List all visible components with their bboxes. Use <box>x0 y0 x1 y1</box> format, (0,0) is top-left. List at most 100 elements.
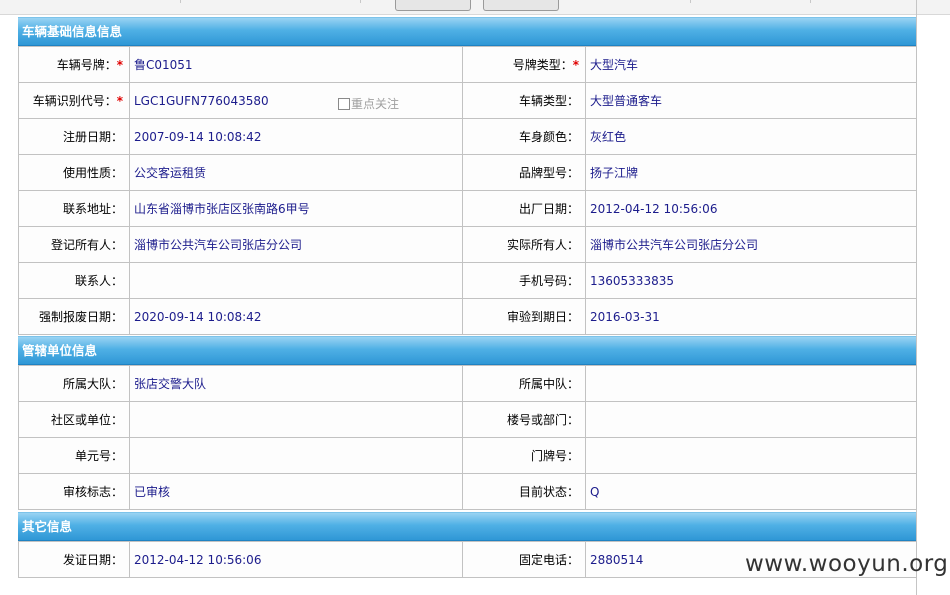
field-label-text: 目前状态： <box>518 485 579 499</box>
field-value <box>129 437 463 474</box>
top-toolbar-strip <box>0 0 950 15</box>
field-label: 审核标志： <box>18 473 130 510</box>
field-label-text: 单元号： <box>74 449 123 463</box>
field-value-text: 大型普通客车 <box>590 94 663 108</box>
field-label-text: 联系地址： <box>62 202 123 216</box>
field-label: 车辆识别代号：* <box>18 82 130 119</box>
table-row: 注册日期： 2007-09-14 10:08:42 车身颜色： 灰红色 <box>18 118 917 155</box>
field-value: 灰红色 <box>585 118 917 155</box>
field-label-text: 强制报废日期： <box>38 310 123 324</box>
field-label-text: 审核标志： <box>62 485 123 499</box>
field-label-text: 固定电话： <box>518 553 579 567</box>
field-label-text: 所属大队： <box>62 377 123 391</box>
field-label: 强制报废日期： <box>18 298 130 335</box>
field-label: 所属中队： <box>462 365 586 402</box>
field-label: 楼号或部门： <box>462 401 586 438</box>
field-value: LGC1GUFN776043580 重点关注 <box>129 82 463 119</box>
field-label: 使用性质： <box>18 154 130 191</box>
field-value-text: 淄博市公共汽车公司张店分公司 <box>134 238 303 252</box>
field-label: 社区或单位： <box>18 401 130 438</box>
field-value: 2020-09-14 10:08:42 <box>129 298 463 335</box>
section-header-other-info: 其它信息 <box>18 512 916 541</box>
table-row: 联系人： 手机号码： 13605333835 <box>18 262 917 299</box>
field-value <box>129 262 463 299</box>
table-row: 联系地址： 山东省淄博市张店区张南路6甲号 出厂日期： 2012-04-12 10:5… <box>18 190 917 227</box>
field-value: 扬子江牌 <box>585 154 917 191</box>
table-row: 单元号： 门牌号： <box>18 437 917 474</box>
field-label-text: 注册日期： <box>62 130 123 144</box>
field-value: 张店交警大队 <box>129 365 463 402</box>
field-value <box>585 437 917 474</box>
field-label: 车身颜色： <box>462 118 586 155</box>
field-label-text: 品牌型号： <box>518 166 579 180</box>
field-value-text: 鲁C01051 <box>134 58 193 72</box>
field-label-text: 社区或单位： <box>50 413 123 427</box>
field-label-text: 联系人： <box>74 274 123 288</box>
field-label: 车辆号牌：* <box>18 46 130 83</box>
field-value: 淄博市公共汽车公司张店分公司 <box>129 226 463 263</box>
field-value: 已审核 <box>129 473 463 510</box>
table-row: 使用性质： 公交客运租赁 品牌型号： 扬子江牌 <box>18 154 917 191</box>
field-value-text: 山东省淄博市张店区张南路6甲号 <box>134 202 310 216</box>
field-label-text: 车辆类型： <box>518 94 579 108</box>
field-label: 固定电话： <box>462 541 586 578</box>
field-label: 注册日期： <box>18 118 130 155</box>
field-label: 门牌号： <box>462 437 586 474</box>
field-label: 审验到期日： <box>462 298 586 335</box>
toolbar-cell <box>690 0 811 3</box>
field-value <box>585 365 917 402</box>
field-label-text: 楼号或部门： <box>506 413 579 427</box>
table-row: 车辆号牌：* 鲁C01051 号牌类型：* 大型汽车 <box>18 46 917 83</box>
field-label-text: 登记所有人： <box>50 238 123 252</box>
field-label-text: 出厂日期： <box>518 202 579 216</box>
field-value-text: 扬子江牌 <box>590 166 639 180</box>
field-value: 淄博市公共汽车公司张店分公司 <box>585 226 917 263</box>
toolbar-cell <box>560 0 691 3</box>
field-label-text: 审验到期日： <box>506 310 579 324</box>
field-label-text: 门牌号： <box>530 449 579 463</box>
management-unit-table: 所属大队： 张店交警大队 所属中队： 社区或单位： 楼号或部门： 单元号： 门牌号： 审核标志… <box>18 365 917 510</box>
field-label: 单元号： <box>18 437 130 474</box>
field-label: 联系地址： <box>18 190 130 227</box>
field-value-text: 淄博市公共汽车公司张店分公司 <box>590 238 759 252</box>
table-row: 社区或单位： 楼号或部门： <box>18 401 917 438</box>
field-label-text: 号牌类型： <box>512 58 573 72</box>
field-value-text: Q <box>590 484 600 499</box>
field-label: 出厂日期： <box>462 190 586 227</box>
field-value: 2007-09-14 10:08:42 <box>129 118 463 155</box>
key-attention-checkbox[interactable]: 重点关注 <box>338 95 399 112</box>
table-row: 登记所有人： 淄博市公共汽车公司张店分公司 实际所有人： 淄博市公共汽车公司张店分公司 <box>18 226 917 263</box>
field-label: 发证日期： <box>18 541 130 578</box>
field-value-text: 已审核 <box>134 485 171 499</box>
table-row: 审核标志： 已审核 目前状态： Q <box>18 473 917 510</box>
toolbar-button[interactable] <box>483 0 559 11</box>
management-unit-section: 管辖单位信息 所属大队： 张店交警大队 所属中队： 社区或单位： 楼号或部门： 单元号： 门… <box>18 336 917 510</box>
section-header-vehicle-basic: 车辆基础信息信息 <box>18 17 916 46</box>
field-value: 13605333835 <box>585 262 917 299</box>
field-value-text: LGC1GUFN776043580 <box>134 93 269 108</box>
field-value: 公交客运租赁 <box>129 154 463 191</box>
field-value: 2016-03-31 <box>585 298 917 335</box>
table-row: 所属大队： 张店交警大队 所属中队： <box>18 365 917 402</box>
field-value <box>585 401 917 438</box>
field-label: 手机号码： <box>462 262 586 299</box>
field-label: 车辆类型： <box>462 82 586 119</box>
toolbar-button[interactable] <box>395 0 471 11</box>
field-label: 登记所有人： <box>18 226 130 263</box>
field-label: 号牌类型：* <box>462 46 586 83</box>
field-label-text: 实际所有人： <box>506 238 579 252</box>
vehicle-basic-section: 车辆基础信息信息 车辆号牌：* 鲁C01051 号牌类型：* 大型汽车 车辆识别代号：*… <box>18 17 917 335</box>
field-value: 山东省淄博市张店区张南路6甲号 <box>129 190 463 227</box>
field-value-text: 公交客运租赁 <box>134 166 207 180</box>
checkbox-icon[interactable] <box>338 97 350 110</box>
table-row: 车辆识别代号：* LGC1GUFN776043580 重点关注 车辆类型： 大型普通客车 <box>18 82 917 119</box>
required-marker: * <box>116 94 123 108</box>
toolbar-cell <box>0 0 181 3</box>
vehicle-basic-table: 车辆号牌：* 鲁C01051 号牌类型：* 大型汽车 车辆识别代号：* LGC1GUFN7… <box>18 46 917 335</box>
toolbar-cell <box>180 0 361 3</box>
field-label: 品牌型号： <box>462 154 586 191</box>
field-value-text: 张店交警大队 <box>134 377 207 391</box>
field-value-text: 13605333835 <box>590 273 674 288</box>
field-label-text: 使用性质： <box>62 166 123 180</box>
field-label: 目前状态： <box>462 473 586 510</box>
